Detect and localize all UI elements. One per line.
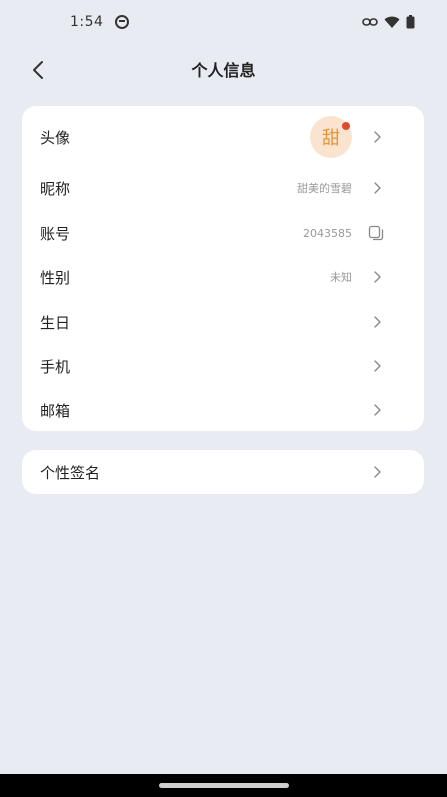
status-bar: 1:54: [0, 0, 447, 44]
chevron-right-icon: [372, 130, 382, 144]
signature-card: 个性签名: [22, 450, 424, 494]
birthday-row[interactable]: 生日: [22, 300, 424, 344]
avatar-label: 头像: [40, 128, 71, 147]
email-label: 邮箱: [40, 401, 71, 420]
navigation-bar: [0, 774, 447, 797]
chevron-left-icon: [33, 61, 43, 79]
signature-row[interactable]: 个性签名: [22, 450, 424, 494]
account-row: 账号 2043585: [22, 211, 424, 255]
wifi-icon: [384, 16, 400, 28]
chevron-right-icon: [372, 465, 382, 479]
profile-card: 头像 甜 昵称 甜美的雪碧 账号 2043585 性别 未知 生日 手机 邮箱: [22, 106, 424, 431]
app-indicator-icon: [115, 15, 130, 29]
phone-label: 手机: [40, 357, 71, 376]
nickname-row[interactable]: 昵称 甜美的雪碧: [22, 166, 424, 210]
home-indicator[interactable]: [159, 783, 289, 788]
gender-value: 未知: [330, 271, 352, 284]
birthday-label: 生日: [40, 313, 71, 332]
gender-label: 性别: [40, 268, 71, 287]
phone-row[interactable]: 手机: [22, 344, 424, 388]
chevron-right-icon: [372, 270, 382, 284]
chevron-right-icon: [372, 181, 382, 195]
avatar-row[interactable]: 头像 甜: [22, 114, 424, 160]
account-label: 账号: [40, 224, 71, 243]
nav-bar: 个人信息: [0, 46, 447, 92]
notification-dot: [342, 122, 350, 130]
nickname-value: 甜美的雪碧: [297, 182, 352, 195]
chevron-right-icon: [372, 315, 382, 329]
avatar-text: 甜: [322, 128, 340, 149]
status-right: [362, 15, 415, 29]
gender-row[interactable]: 性别 未知: [22, 255, 424, 299]
signature-label: 个性签名: [40, 463, 101, 482]
battery-icon: [406, 15, 415, 29]
nickname-label: 昵称: [40, 179, 71, 198]
account-value: 2043585: [303, 226, 352, 240]
chevron-right-icon: [372, 403, 382, 417]
status-left: 1:54: [70, 14, 130, 30]
chevron-right-icon: [372, 359, 382, 373]
page-title: 个人信息: [191, 61, 256, 80]
link-icon: [362, 18, 378, 26]
status-time: 1:54: [70, 14, 104, 30]
email-row[interactable]: 邮箱: [22, 388, 424, 432]
copy-icon[interactable]: [368, 225, 384, 241]
back-button[interactable]: [22, 54, 54, 86]
